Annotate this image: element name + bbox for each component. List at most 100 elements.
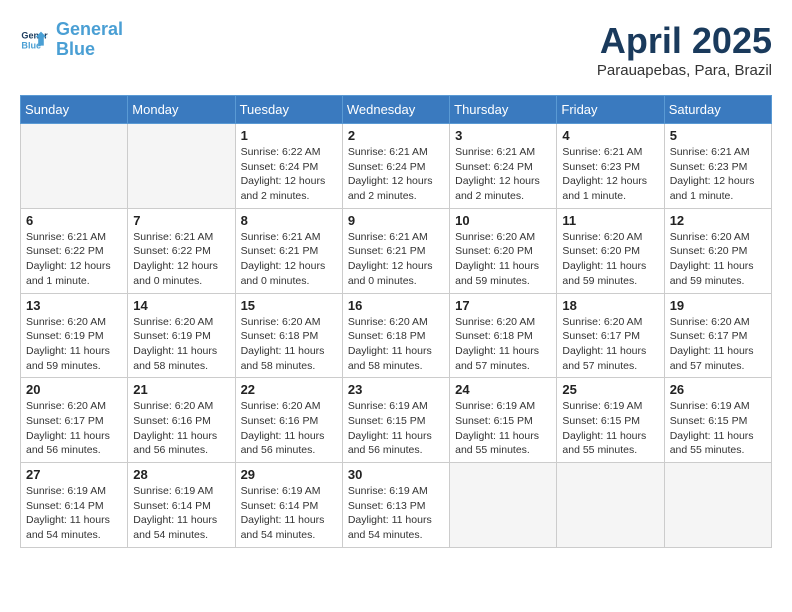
day-number: 16 [348, 298, 444, 313]
day-info: Sunrise: 6:20 AMSunset: 6:19 PMDaylight:… [26, 316, 110, 372]
day-number: 7 [133, 213, 229, 228]
day-number: 9 [348, 213, 444, 228]
day-info: Sunrise: 6:19 AMSunset: 6:15 PMDaylight:… [455, 400, 539, 456]
day-number: 24 [455, 382, 551, 397]
day-info: Sunrise: 6:21 AMSunset: 6:23 PMDaylight:… [562, 146, 647, 202]
calendar-cell: 14 Sunrise: 6:20 AMSunset: 6:19 PMDaylig… [128, 293, 235, 378]
day-info: Sunrise: 6:21 AMSunset: 6:24 PMDaylight:… [348, 146, 433, 202]
day-number: 6 [26, 213, 122, 228]
header-tuesday: Tuesday [235, 96, 342, 124]
calendar-header-row: SundayMondayTuesdayWednesdayThursdayFrid… [21, 96, 772, 124]
day-number: 20 [26, 382, 122, 397]
calendar-cell: 8 Sunrise: 6:21 AMSunset: 6:21 PMDayligh… [235, 208, 342, 293]
calendar-cell: 2 Sunrise: 6:21 AMSunset: 6:24 PMDayligh… [342, 124, 449, 209]
calendar-cell: 27 Sunrise: 6:19 AMSunset: 6:14 PMDaylig… [21, 463, 128, 548]
day-number: 26 [670, 382, 766, 397]
calendar-cell: 24 Sunrise: 6:19 AMSunset: 6:15 PMDaylig… [450, 378, 557, 463]
day-info: Sunrise: 6:21 AMSunset: 6:21 PMDaylight:… [241, 231, 326, 287]
day-number: 14 [133, 298, 229, 313]
calendar-cell: 26 Sunrise: 6:19 AMSunset: 6:15 PMDaylig… [664, 378, 771, 463]
day-number: 2 [348, 128, 444, 143]
calendar-week-1: 1 Sunrise: 6:22 AMSunset: 6:24 PMDayligh… [21, 124, 772, 209]
day-number: 3 [455, 128, 551, 143]
day-number: 27 [26, 467, 122, 482]
day-number: 30 [348, 467, 444, 482]
logo-icon: General Blue [20, 26, 48, 54]
day-info: Sunrise: 6:20 AMSunset: 6:20 PMDaylight:… [562, 231, 646, 287]
title-area: April 2025 Parauapebas, Para, Brazil [597, 20, 772, 79]
logo: General Blue General Blue [20, 20, 123, 60]
day-number: 18 [562, 298, 658, 313]
calendar-cell [664, 463, 771, 548]
day-number: 23 [348, 382, 444, 397]
day-info: Sunrise: 6:20 AMSunset: 6:20 PMDaylight:… [455, 231, 539, 287]
calendar-cell: 21 Sunrise: 6:20 AMSunset: 6:16 PMDaylig… [128, 378, 235, 463]
day-info: Sunrise: 6:21 AMSunset: 6:22 PMDaylight:… [133, 231, 218, 287]
day-info: Sunrise: 6:19 AMSunset: 6:15 PMDaylight:… [670, 400, 754, 456]
calendar-cell: 23 Sunrise: 6:19 AMSunset: 6:15 PMDaylig… [342, 378, 449, 463]
svg-text:Blue: Blue [21, 40, 41, 50]
day-info: Sunrise: 6:21 AMSunset: 6:22 PMDaylight:… [26, 231, 111, 287]
day-number: 17 [455, 298, 551, 313]
header-monday: Monday [128, 96, 235, 124]
day-info: Sunrise: 6:20 AMSunset: 6:18 PMDaylight:… [348, 316, 432, 372]
day-info: Sunrise: 6:20 AMSunset: 6:18 PMDaylight:… [455, 316, 539, 372]
day-number: 21 [133, 382, 229, 397]
header-thursday: Thursday [450, 96, 557, 124]
calendar-cell: 12 Sunrise: 6:20 AMSunset: 6:20 PMDaylig… [664, 208, 771, 293]
calendar-cell: 20 Sunrise: 6:20 AMSunset: 6:17 PMDaylig… [21, 378, 128, 463]
logo-text-line1: General [56, 20, 123, 40]
calendar-cell: 3 Sunrise: 6:21 AMSunset: 6:24 PMDayligh… [450, 124, 557, 209]
calendar-cell: 30 Sunrise: 6:19 AMSunset: 6:13 PMDaylig… [342, 463, 449, 548]
day-info: Sunrise: 6:21 AMSunset: 6:24 PMDaylight:… [455, 146, 540, 202]
calendar-cell: 6 Sunrise: 6:21 AMSunset: 6:22 PMDayligh… [21, 208, 128, 293]
day-number: 28 [133, 467, 229, 482]
header-friday: Friday [557, 96, 664, 124]
calendar-cell [557, 463, 664, 548]
day-number: 8 [241, 213, 337, 228]
calendar-cell: 16 Sunrise: 6:20 AMSunset: 6:18 PMDaylig… [342, 293, 449, 378]
page-header: General Blue General Blue April 2025 Par… [20, 20, 772, 79]
day-number: 11 [562, 213, 658, 228]
day-number: 25 [562, 382, 658, 397]
calendar-cell: 19 Sunrise: 6:20 AMSunset: 6:17 PMDaylig… [664, 293, 771, 378]
calendar-subtitle: Parauapebas, Para, Brazil [597, 62, 772, 79]
calendar-cell: 29 Sunrise: 6:19 AMSunset: 6:14 PMDaylig… [235, 463, 342, 548]
day-number: 19 [670, 298, 766, 313]
calendar-cell: 22 Sunrise: 6:20 AMSunset: 6:16 PMDaylig… [235, 378, 342, 463]
header-sunday: Sunday [21, 96, 128, 124]
calendar-cell: 4 Sunrise: 6:21 AMSunset: 6:23 PMDayligh… [557, 124, 664, 209]
day-number: 15 [241, 298, 337, 313]
day-number: 22 [241, 382, 337, 397]
calendar-week-4: 20 Sunrise: 6:20 AMSunset: 6:17 PMDaylig… [21, 378, 772, 463]
calendar-cell: 15 Sunrise: 6:20 AMSunset: 6:18 PMDaylig… [235, 293, 342, 378]
calendar-cell: 13 Sunrise: 6:20 AMSunset: 6:19 PMDaylig… [21, 293, 128, 378]
header-wednesday: Wednesday [342, 96, 449, 124]
calendar-cell: 1 Sunrise: 6:22 AMSunset: 6:24 PMDayligh… [235, 124, 342, 209]
day-number: 12 [670, 213, 766, 228]
calendar-cell: 28 Sunrise: 6:19 AMSunset: 6:14 PMDaylig… [128, 463, 235, 548]
day-info: Sunrise: 6:19 AMSunset: 6:15 PMDaylight:… [348, 400, 432, 456]
day-info: Sunrise: 6:20 AMSunset: 6:17 PMDaylight:… [562, 316, 646, 372]
day-info: Sunrise: 6:22 AMSunset: 6:24 PMDaylight:… [241, 146, 326, 202]
day-number: 29 [241, 467, 337, 482]
day-info: Sunrise: 6:21 AMSunset: 6:21 PMDaylight:… [348, 231, 433, 287]
header-saturday: Saturday [664, 96, 771, 124]
day-info: Sunrise: 6:21 AMSunset: 6:23 PMDaylight:… [670, 146, 755, 202]
calendar-cell: 17 Sunrise: 6:20 AMSunset: 6:18 PMDaylig… [450, 293, 557, 378]
calendar-cell: 9 Sunrise: 6:21 AMSunset: 6:21 PMDayligh… [342, 208, 449, 293]
calendar-week-5: 27 Sunrise: 6:19 AMSunset: 6:14 PMDaylig… [21, 463, 772, 548]
calendar-cell [128, 124, 235, 209]
day-number: 1 [241, 128, 337, 143]
day-info: Sunrise: 6:20 AMSunset: 6:18 PMDaylight:… [241, 316, 325, 372]
day-info: Sunrise: 6:20 AMSunset: 6:16 PMDaylight:… [133, 400, 217, 456]
calendar-week-2: 6 Sunrise: 6:21 AMSunset: 6:22 PMDayligh… [21, 208, 772, 293]
calendar-table: SundayMondayTuesdayWednesdayThursdayFrid… [20, 95, 772, 548]
calendar-cell: 25 Sunrise: 6:19 AMSunset: 6:15 PMDaylig… [557, 378, 664, 463]
calendar-cell: 5 Sunrise: 6:21 AMSunset: 6:23 PMDayligh… [664, 124, 771, 209]
calendar-cell: 10 Sunrise: 6:20 AMSunset: 6:20 PMDaylig… [450, 208, 557, 293]
day-info: Sunrise: 6:19 AMSunset: 6:13 PMDaylight:… [348, 485, 432, 541]
calendar-cell: 18 Sunrise: 6:20 AMSunset: 6:17 PMDaylig… [557, 293, 664, 378]
day-info: Sunrise: 6:20 AMSunset: 6:17 PMDaylight:… [670, 316, 754, 372]
day-info: Sunrise: 6:19 AMSunset: 6:14 PMDaylight:… [241, 485, 325, 541]
